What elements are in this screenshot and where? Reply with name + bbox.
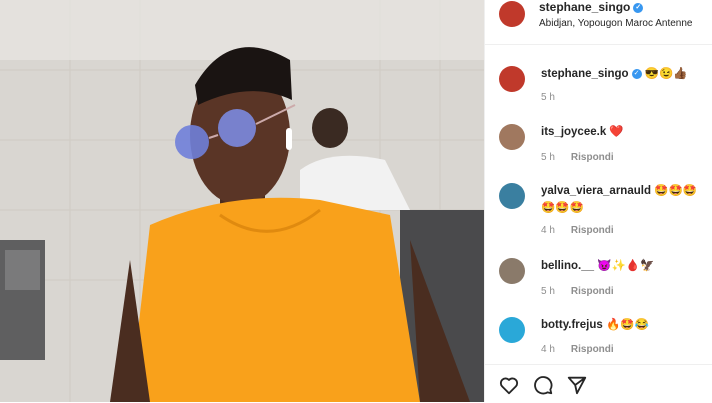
comment-avatar[interactable] xyxy=(499,183,525,209)
post-location[interactable]: Abidjan, Yopougon Maroc Antenne xyxy=(539,18,692,29)
verified-badge-icon: ✓ xyxy=(633,2,644,13)
comment-username[interactable]: stephane_singo xyxy=(541,68,629,80)
comment-meta: 4 h Rispondi xyxy=(541,344,614,355)
comment-meta: 4 h Rispondi xyxy=(541,225,614,236)
comment-text: ❤️ xyxy=(609,126,624,138)
comment-time: 4 h xyxy=(541,225,555,236)
share-icon[interactable] xyxy=(566,374,588,396)
author-avatar[interactable] xyxy=(499,1,525,27)
comment-text: 😈✨🩸🦅 xyxy=(597,260,655,272)
comment-avatar[interactable] xyxy=(499,66,525,92)
reply-button[interactable]: Rispondi xyxy=(571,286,614,297)
heart-icon[interactable] xyxy=(498,374,520,396)
comment-avatar[interactable] xyxy=(499,317,525,343)
reply-button[interactable]: Rispondi xyxy=(571,344,614,355)
post-header: stephane_singo ✓ Abidjan, Yopougon Maroc … xyxy=(485,0,712,45)
comment-avatar[interactable] xyxy=(499,124,525,150)
post-sidebar: stephane_singo ✓ Abidjan, Yopougon Maroc … xyxy=(484,0,712,402)
comment-username[interactable]: its_joycee.k xyxy=(541,126,606,138)
comment-meta: 5 h xyxy=(541,92,555,103)
comment-meta: 5 h Rispondi xyxy=(541,152,614,163)
photo-illustration xyxy=(0,0,484,402)
comment-username[interactable]: bellino.__ xyxy=(541,260,594,272)
post-photo[interactable] xyxy=(0,0,484,402)
comment-text: 🔥🤩😂 xyxy=(605,319,649,331)
comment-time: 4 h xyxy=(541,344,555,355)
comment-username[interactable]: yalva_viera_arnauld xyxy=(541,185,651,197)
action-bar xyxy=(485,364,712,403)
comment-time: 5 h xyxy=(541,286,555,297)
comment-text: 😎😉👍🏾 xyxy=(644,68,688,80)
reply-button[interactable]: Rispondi xyxy=(571,152,614,163)
comment-meta: 5 h Rispondi xyxy=(541,286,614,297)
comment-avatar[interactable] xyxy=(499,258,525,284)
reply-button[interactable]: Rispondi xyxy=(571,225,614,236)
comment-username[interactable]: botty.frejus xyxy=(541,319,603,331)
comment-time: 5 h xyxy=(541,92,555,103)
comment-icon[interactable] xyxy=(532,374,554,396)
author-username[interactable]: stephane_singo ✓ xyxy=(539,0,644,14)
comment-time: 5 h xyxy=(541,152,555,163)
verified-badge-icon: ✓ xyxy=(631,68,642,79)
